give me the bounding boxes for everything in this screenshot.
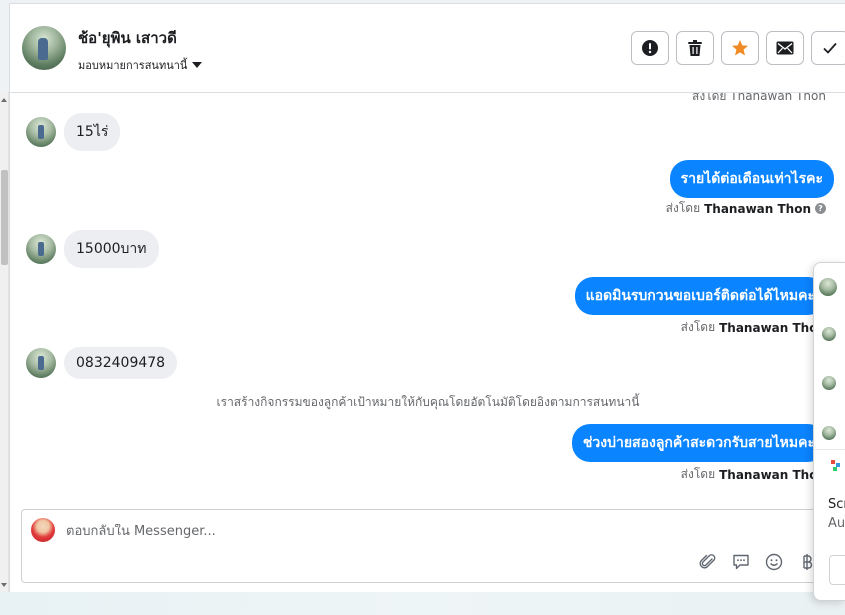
done-button[interactable] bbox=[811, 31, 845, 65]
message-bubble[interactable]: รายได้ต่อเดือนเท่าไรคะ bbox=[669, 160, 834, 198]
message-bubble[interactable]: 15000บาท bbox=[64, 230, 159, 268]
system-note: เราสร้างกิจกรรมของลูกค้าเป้าหมายให้กับคุ… bbox=[216, 395, 640, 409]
divider bbox=[814, 449, 845, 450]
sent-by-label: ส่งโดย Thanawan Thon bbox=[681, 465, 826, 484]
checkmark-icon bbox=[823, 42, 837, 54]
scroll-up-arrow-icon[interactable] bbox=[1, 98, 7, 102]
conversation-panel: ช้อ'ยุพิน เสาวดี มอบหมายการสนทนานี้ ส่งโ… bbox=[9, 3, 845, 592]
saved-replies-button[interactable] bbox=[731, 552, 751, 572]
app-logo-icon bbox=[831, 460, 840, 471]
incoming-message: 15000บาท bbox=[26, 230, 159, 268]
contact-avatar-small[interactable] bbox=[822, 327, 836, 341]
assign-dropdown[interactable]: มอบหมายการสนทนานี้ bbox=[78, 56, 203, 74]
page-background-strip bbox=[0, 592, 845, 615]
sender-name[interactable]: Thanawan Thon bbox=[719, 321, 826, 335]
page-avatar bbox=[31, 518, 55, 542]
contact-name[interactable]: ช้อ'ยุพิน เสาวดี bbox=[78, 26, 177, 50]
contact-avatar-small[interactable] bbox=[819, 278, 837, 296]
spam-button[interactable] bbox=[631, 31, 669, 65]
message-bubble[interactable]: 0832409478 bbox=[64, 347, 178, 379]
reply-composer bbox=[21, 509, 836, 583]
sent-by-prefix: ส่งโดย bbox=[665, 201, 701, 215]
incoming-message: 0832409478 bbox=[26, 347, 178, 379]
message-bubble[interactable]: ช่วงบ่ายสองลูกค้าสะดวกรับสายไหมคะ bbox=[571, 424, 826, 462]
trash-icon bbox=[688, 40, 702, 56]
sender-name[interactable]: Thanawan Thon bbox=[719, 468, 826, 482]
popup-text-line: Scr bbox=[828, 497, 845, 512]
scrollbar[interactable] bbox=[0, 92, 9, 592]
contact-avatar-small[interactable] bbox=[822, 376, 836, 390]
outgoing-message: รายได้ต่อเดือนเท่าไรคะ bbox=[669, 160, 834, 198]
delete-button[interactable] bbox=[676, 31, 714, 65]
scroll-down-arrow-icon[interactable] bbox=[1, 583, 7, 587]
assign-label: มอบหมายการสนทนานี้ bbox=[78, 59, 188, 72]
contact-avatar-small[interactable] bbox=[26, 234, 56, 264]
popup-text-line: Au bbox=[828, 516, 845, 531]
scroll-thumb[interactable] bbox=[1, 170, 8, 265]
reply-input[interactable] bbox=[66, 524, 666, 539]
sent-by-prefix: ส่งโดย bbox=[680, 467, 716, 481]
message-bubble[interactable]: แอดมินรบกวนขอเบอร์ติดต่อได้ไหมคะ bbox=[574, 277, 826, 315]
attach-button[interactable] bbox=[698, 552, 718, 572]
paperclip-icon bbox=[699, 554, 716, 569]
contact-avatar-small[interactable] bbox=[26, 117, 56, 147]
sent-by-label: ส่งโดย Thanawan Thon ? bbox=[666, 199, 826, 218]
outgoing-message: แอดมินรบกวนขอเบอร์ติดต่อได้ไหมคะ bbox=[574, 277, 826, 315]
sent-by-label: ส่งโดย Thanawan Thon bbox=[681, 318, 826, 337]
contact-avatar-small[interactable] bbox=[822, 426, 836, 440]
composer-tools bbox=[698, 552, 817, 572]
sender-name[interactable]: Thanawan Thon bbox=[704, 202, 811, 216]
message-bubble[interactable]: 15ไร่ bbox=[64, 113, 121, 151]
sent-by-prefix: ส่งโดย bbox=[680, 320, 716, 334]
chat-bubble-icon bbox=[733, 554, 749, 570]
message-list[interactable]: ส่งโดย Thanawan Thon 15ไร่ รายได้ต่อเดือ… bbox=[10, 93, 845, 507]
contact-avatar[interactable] bbox=[22, 26, 66, 70]
caret-down-icon bbox=[192, 62, 203, 68]
mark-unread-button[interactable] bbox=[766, 31, 804, 65]
envelope-icon bbox=[776, 41, 794, 55]
star-button[interactable] bbox=[721, 31, 759, 65]
outgoing-message: ช่วงบ่ายสองลูกค้าสะดวกรับสายไหมคะ bbox=[571, 424, 826, 462]
header-actions bbox=[631, 31, 845, 65]
smiley-icon bbox=[765, 553, 783, 571]
question-icon[interactable]: ? bbox=[815, 203, 826, 214]
baht-icon bbox=[803, 554, 813, 570]
exclamation-circle-icon bbox=[642, 40, 658, 56]
emoji-button[interactable] bbox=[764, 552, 784, 572]
contact-avatar-small[interactable] bbox=[26, 348, 56, 378]
popup-button[interactable] bbox=[829, 555, 845, 585]
sent-by-label-cutoff: ส่งโดย Thanawan Thon bbox=[692, 93, 826, 103]
side-popup-panel[interactable]: Scr Au bbox=[813, 262, 845, 601]
star-icon bbox=[732, 40, 748, 56]
conversation-header: ช้อ'ยุพิน เสาวดี มอบหมายการสนทนานี้ bbox=[10, 4, 845, 93]
incoming-message: 15ไร่ bbox=[26, 113, 121, 151]
